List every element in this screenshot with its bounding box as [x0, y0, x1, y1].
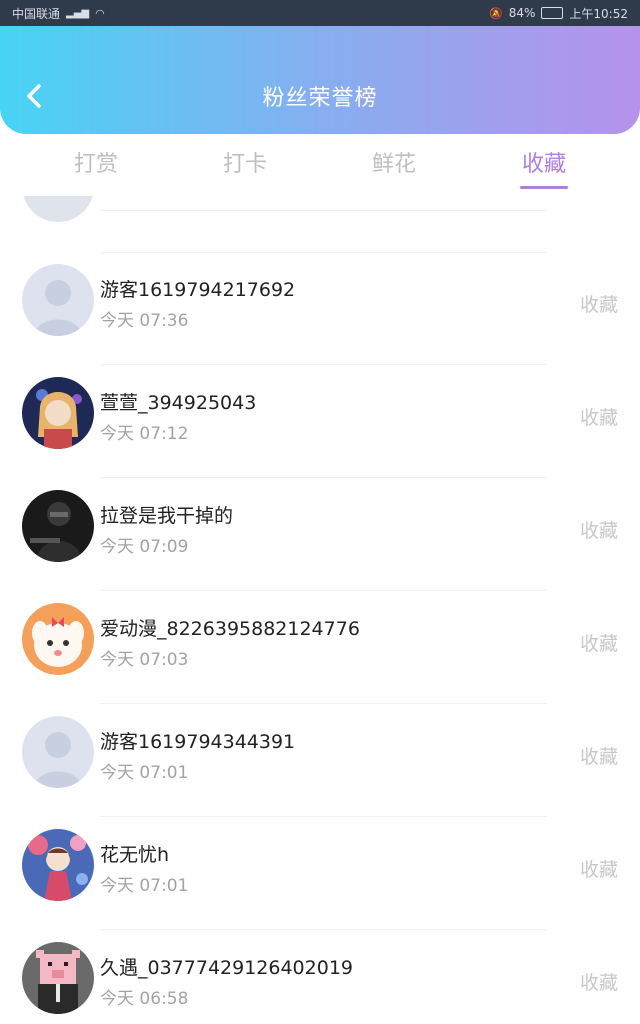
clock: 上午10:52	[569, 6, 628, 21]
list-divider	[100, 252, 546, 253]
list-divider	[100, 210, 546, 211]
favorite-label[interactable]: 收藏	[580, 403, 618, 430]
header-bar: 粉丝荣誉榜	[0, 26, 640, 134]
fan-name: 拉登是我干掉的	[100, 505, 234, 527]
list-item-partial	[0, 196, 640, 252]
favorite-label[interactable]: 收藏	[580, 290, 618, 317]
signal-icon: ▂▄▆	[66, 7, 90, 19]
page-title: 粉丝荣誉榜	[262, 86, 378, 111]
favorite-label[interactable]: 收藏	[580, 629, 618, 656]
mute-icon: 🔕	[489, 6, 503, 20]
fan-name: 久遇_03777429126402019	[100, 957, 354, 979]
status-right: 🔕 84% 上午10:52	[489, 5, 628, 22]
tab-reward[interactable]: 打赏	[46, 146, 146, 178]
carrier-label: 中国联通	[12, 6, 61, 21]
tab-checkin[interactable]: 打卡	[195, 146, 295, 178]
list-item[interactable]: 游客1619794217692 今天 07:36 收藏	[0, 254, 640, 367]
fan-time: 今天 06:58	[100, 989, 189, 1009]
status-left: 中国联通 ▂▄▆ ◠	[12, 5, 105, 22]
list-item[interactable]: 拉登是我干掉的 今天 07:09 收藏	[0, 480, 640, 593]
avatar	[22, 603, 94, 675]
list-divider	[100, 364, 546, 365]
list-item[interactable]: 久遇_03777429126402019 今天 06:58 收藏	[0, 932, 640, 1024]
fan-name: 花无忧h	[100, 844, 170, 866]
list-item[interactable]: 游客1619794344391 今天 07:01 收藏	[0, 706, 640, 819]
list-divider	[100, 703, 546, 704]
fan-time: 今天 07:12	[100, 424, 189, 444]
avatar	[22, 942, 94, 1014]
tab-active-indicator	[520, 186, 568, 189]
fan-name: 爱动漫_8226395882124776	[100, 618, 360, 640]
fan-time: 今天 07:36	[100, 311, 189, 331]
avatar	[22, 196, 94, 222]
fan-time: 今天 07:09	[100, 537, 189, 557]
fan-name: 萱萱_394925043	[100, 392, 257, 414]
fan-name: 游客1619794344391	[100, 731, 296, 753]
list-divider	[100, 477, 546, 478]
tab-bar: 打赏 打卡 鲜花 收藏	[0, 136, 640, 194]
avatar	[22, 829, 94, 901]
avatar	[22, 377, 94, 449]
list-divider	[100, 590, 546, 591]
avatar	[22, 490, 94, 562]
wifi-icon: ◠	[95, 6, 105, 20]
tab-favorites[interactable]: 收藏	[494, 146, 594, 178]
tab-flowers[interactable]: 鲜花	[344, 146, 444, 178]
fan-time: 今天 07:01	[100, 763, 189, 783]
fan-time: 今天 07:01	[100, 876, 189, 896]
favorite-label[interactable]: 收藏	[580, 516, 618, 543]
list-item[interactable]: 萱萱_394925043 今天 07:12 收藏	[0, 367, 640, 480]
battery-percent: 84%	[508, 6, 536, 20]
list-item[interactable]: 爱动漫_8226395882124776 今天 07:03 收藏	[0, 593, 640, 706]
fan-list[interactable]: 游客1619794217692 今天 07:36 收藏 萱萱_394925043…	[0, 196, 640, 1024]
fan-name: 游客1619794217692	[100, 279, 296, 301]
list-divider	[100, 816, 546, 817]
favorite-label[interactable]: 收藏	[580, 855, 618, 882]
avatar	[22, 264, 94, 336]
battery-icon	[541, 7, 564, 19]
status-bar: 中国联通 ▂▄▆ ◠ 🔕 84% 上午10:52	[0, 0, 640, 26]
favorite-label[interactable]: 收藏	[580, 742, 618, 769]
avatar	[22, 716, 94, 788]
fan-time: 今天 07:03	[100, 650, 189, 670]
list-item[interactable]: 花无忧h 今天 07:01 收藏	[0, 819, 640, 932]
favorite-label[interactable]: 收藏	[580, 968, 618, 995]
list-divider	[100, 929, 546, 930]
